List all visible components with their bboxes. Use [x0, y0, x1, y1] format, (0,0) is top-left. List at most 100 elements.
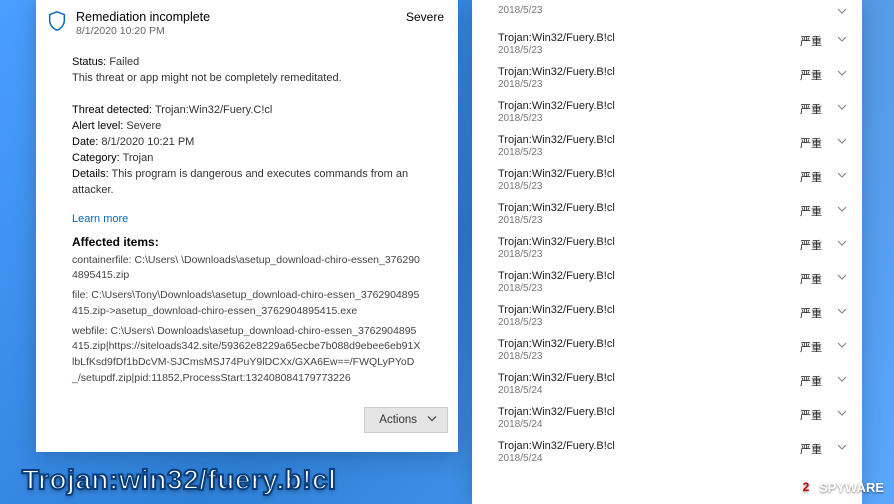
threat-date: 2018/5/23 [498, 181, 615, 192]
chevron-down-icon[interactable] [836, 270, 848, 288]
threat-name: Trojan:Win32/Fuery.B!cl [498, 66, 615, 78]
threat-severity: 严重 [800, 33, 822, 49]
chevron-down-icon[interactable] [836, 236, 848, 254]
actions-button-label: Actions [379, 414, 417, 426]
learn-more-link[interactable]: Learn more [36, 205, 458, 235]
threat-date: 2018/5/23 [498, 5, 543, 20]
threat-row[interactable]: Trojan:Win32/Fuery.B!cl 2018/5/24 严重 [498, 436, 848, 470]
details-value: This program is dangerous and executes c… [72, 168, 408, 196]
threat-row[interactable]: Trojan:Win32/Fuery.B!cl 2018/5/23 严重 [498, 334, 848, 368]
threat-name: Trojan:Win32/Fuery.B!cl [498, 338, 615, 350]
threat-date: 2018/5/23 [498, 317, 615, 328]
chevron-down-icon[interactable] [836, 304, 848, 322]
logo-number: 2 [797, 478, 815, 496]
actions-button[interactable]: Actions [364, 407, 448, 433]
threat-date: 2018/5/23 [498, 283, 615, 294]
threat-date: 2018/5/23 [498, 249, 615, 260]
threat-row[interactable]: Trojan:Win32/Fuery.B!cl 2018/5/23 严重 [498, 28, 848, 62]
panel-header: Remediation incomplete 8/1/2020 10:20 PM… [36, 0, 458, 45]
threat-date: 2018/5/24 [498, 453, 615, 464]
panel-title: Remediation incomplete [76, 10, 406, 24]
alert-level-value: Severe [126, 120, 161, 132]
affected-items-title: Affected items: [36, 235, 458, 253]
threat-severity: 严重 [800, 67, 822, 83]
chevron-down-icon[interactable] [836, 100, 848, 118]
threat-name: Trojan:Win32/Fuery.B!cl [498, 270, 615, 282]
threat-severity: 严重 [800, 101, 822, 117]
affected-item: webfile: C:\Users\ Downloads\asetup_down… [72, 324, 422, 387]
threat-row[interactable]: Trojan:Win32/Fuery.B!cl 2018/5/24 严重 [498, 402, 848, 436]
chevron-down-icon[interactable] [836, 406, 848, 424]
shield-icon [46, 10, 68, 32]
threat-date: 2018/5/23 [498, 147, 615, 158]
threat-name: Trojan:Win32/Fuery.B!cl [498, 406, 615, 418]
threat-name: Trojan:Win32/Fuery.B!cl [498, 304, 615, 316]
threat-date: 2018/5/23 [498, 215, 615, 226]
threat-row[interactable]: Trojan:Win32/Fuery.B!cl 2018/5/23 严重 [498, 300, 848, 334]
threat-severity: 严重 [800, 271, 822, 287]
threat-severity: 严重 [800, 407, 822, 423]
panel-timestamp: 8/1/2020 10:20 PM [76, 25, 406, 37]
threat-severity: 严重 [800, 203, 822, 219]
threat-row[interactable]: Trojan:Win32/Fuery.B!cl 2018/5/23 严重 [498, 164, 848, 198]
affected-item: file: C:\Users\Tony\Downloads\asetup_dow… [72, 288, 422, 320]
threat-detected-label: Threat detected: [72, 104, 152, 116]
logo-text: SPYWARE [819, 480, 884, 495]
chevron-down-icon [427, 413, 437, 426]
status-description: This threat or app might not be complete… [72, 71, 422, 87]
category-value: Trojan [123, 152, 154, 164]
status-value: Failed [109, 56, 139, 68]
chevron-down-icon[interactable] [836, 4, 848, 22]
threat-date: 2018/5/23 [498, 79, 615, 90]
chevron-down-icon[interactable] [836, 338, 848, 356]
details-label: Details: [72, 168, 109, 180]
threat-date: 2018/5/23 [498, 113, 615, 124]
threat-row[interactable]: Trojan:Win32/Fuery.B!cl 2018/5/23 严重 [498, 96, 848, 130]
threat-row[interactable]: Trojan:Win32/Fuery.B!cl 2018/5/23 严重 [498, 232, 848, 266]
image-caption: Trojan:win32/fuery.b!cl [22, 464, 336, 496]
threat-date: 2018/5/23 [498, 45, 615, 56]
affected-items-body: containerfile: C:\Users\ \Downloads\aset… [36, 253, 458, 401]
threat-row[interactable]: Trojan:Win32/Fuery.B!cl 2018/5/23 严重 [498, 266, 848, 300]
threat-date: 2018/5/24 [498, 419, 615, 430]
threat-severity: 严重 [800, 135, 822, 151]
remediation-detail-panel: Remediation incomplete 8/1/2020 10:20 PM… [36, 0, 458, 452]
chevron-down-icon[interactable] [836, 168, 848, 186]
threat-name: Trojan:Win32/Fuery.B!cl [498, 100, 615, 112]
threat-date: 2018/5/24 [498, 385, 615, 396]
chevron-down-icon[interactable] [836, 32, 848, 50]
chevron-down-icon[interactable] [836, 134, 848, 152]
threat-name: Trojan:Win32/Fuery.B!cl [498, 202, 615, 214]
threat-name: Trojan:Win32/Fuery.B!cl [498, 168, 615, 180]
watermark-logo: 2 SPYWARE [797, 478, 884, 496]
threat-row[interactable]: Trojan:Win32/Fuery.B!cl 2018/5/24 严重 [498, 368, 848, 402]
threat-severity: 严重 [800, 169, 822, 185]
severity-label: Severe [406, 10, 444, 24]
status-section: Status: Failed This threat or app might … [36, 55, 458, 93]
threat-section: Threat detected: Trojan:Win32/Fuery.C!cl… [36, 103, 458, 205]
chevron-down-icon[interactable] [836, 372, 848, 390]
category-label: Category: [72, 152, 120, 164]
alert-level-label: Alert level: [72, 120, 123, 132]
threat-history-panel: 2018/5/23 Trojan:Win32/Fuery.B!cl 2018/5… [472, 0, 862, 504]
threat-row-partial[interactable]: 2018/5/23 [498, 4, 848, 28]
status-label: Status: [72, 56, 106, 68]
threat-severity: 严重 [800, 305, 822, 321]
threat-severity: 严重 [800, 237, 822, 253]
chevron-down-icon[interactable] [836, 66, 848, 84]
threat-name: Trojan:Win32/Fuery.B!cl [498, 372, 615, 384]
threat-detected-value: Trojan:Win32/Fuery.C!cl [155, 104, 272, 116]
threat-row[interactable]: Trojan:Win32/Fuery.B!cl 2018/5/23 严重 [498, 198, 848, 232]
threat-name: Trojan:Win32/Fuery.B!cl [498, 134, 615, 146]
threat-name: Trojan:Win32/Fuery.B!cl [498, 32, 615, 44]
threat-row[interactable]: Trojan:Win32/Fuery.B!cl 2018/5/23 严重 [498, 62, 848, 96]
threat-row[interactable]: Trojan:Win32/Fuery.B!cl 2018/5/23 严重 [498, 130, 848, 164]
threat-date: 2018/5/23 [498, 351, 615, 362]
chevron-down-icon[interactable] [836, 202, 848, 220]
threat-name: Trojan:Win32/Fuery.B!cl [498, 440, 615, 452]
date-label: Date: [72, 136, 98, 148]
threat-severity: 严重 [800, 339, 822, 355]
actions-row: Actions [36, 401, 458, 443]
chevron-down-icon[interactable] [836, 440, 848, 458]
threat-name: Trojan:Win32/Fuery.B!cl [498, 236, 615, 248]
